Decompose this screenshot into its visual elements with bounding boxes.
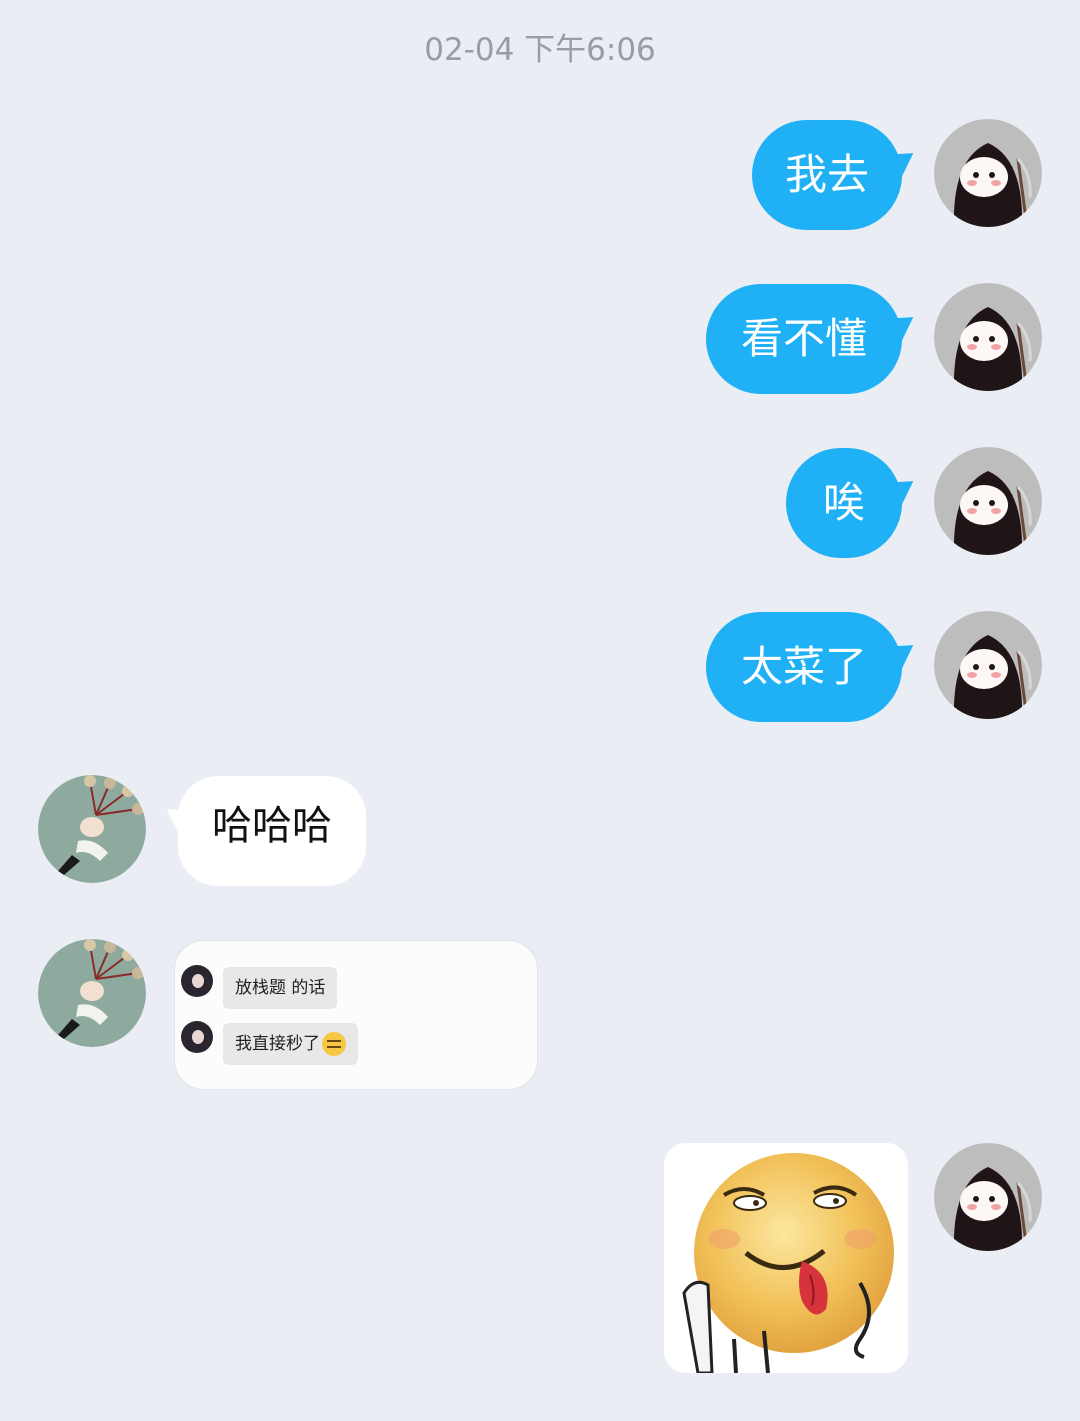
outgoing-message-bubble[interactable]: 看不懂 — [706, 284, 902, 394]
tongue-out-laughing-face-icon — [664, 1143, 908, 1373]
message-timestamp: 02-04 下午6:06 — [424, 32, 656, 68]
self-avatar[interactable] — [934, 1143, 1042, 1251]
outgoing-message-bubble[interactable]: 我去 — [752, 120, 902, 230]
chat-screen: 02-04 下午6:06 我去 看不懂 唉 太菜了 哈哈哈 放栈题 的话 我直接… — [0, 0, 1080, 1421]
sticker-message[interactable] — [664, 1143, 908, 1373]
outgoing-message-bubble[interactable]: 太菜了 — [706, 612, 902, 722]
incoming-message-bubble[interactable]: 哈哈哈 — [178, 776, 366, 886]
outgoing-message-bubble[interactable]: 唉 — [786, 448, 902, 558]
forwarded-line-text: 放栈题 的话 — [223, 967, 338, 1009]
self-avatar[interactable] — [934, 283, 1042, 391]
anime-character-icon — [38, 939, 146, 1047]
reaper-chibi-icon — [934, 447, 1042, 555]
contact-avatar[interactable] — [38, 775, 146, 883]
mini-avatar — [181, 965, 213, 997]
grinning-squint-emoji-icon — [322, 1032, 346, 1056]
reaper-chibi-icon — [934, 611, 1042, 719]
self-avatar[interactable] — [934, 119, 1042, 227]
forwarded-line-text: 我直接秒了 — [235, 1034, 320, 1054]
forwarded-chat-card[interactable]: 放栈题 的话 我直接秒了 — [174, 940, 538, 1090]
forwarded-line-bubble: 我直接秒了 — [223, 1023, 358, 1065]
reaper-chibi-icon — [934, 119, 1042, 227]
self-avatar[interactable] — [934, 611, 1042, 719]
mini-avatar — [181, 1021, 213, 1053]
anime-character-icon — [38, 775, 146, 883]
reaper-chibi-icon — [934, 283, 1042, 391]
reaper-chibi-icon — [934, 1143, 1042, 1251]
self-avatar[interactable] — [934, 447, 1042, 555]
contact-avatar[interactable] — [38, 939, 146, 1047]
